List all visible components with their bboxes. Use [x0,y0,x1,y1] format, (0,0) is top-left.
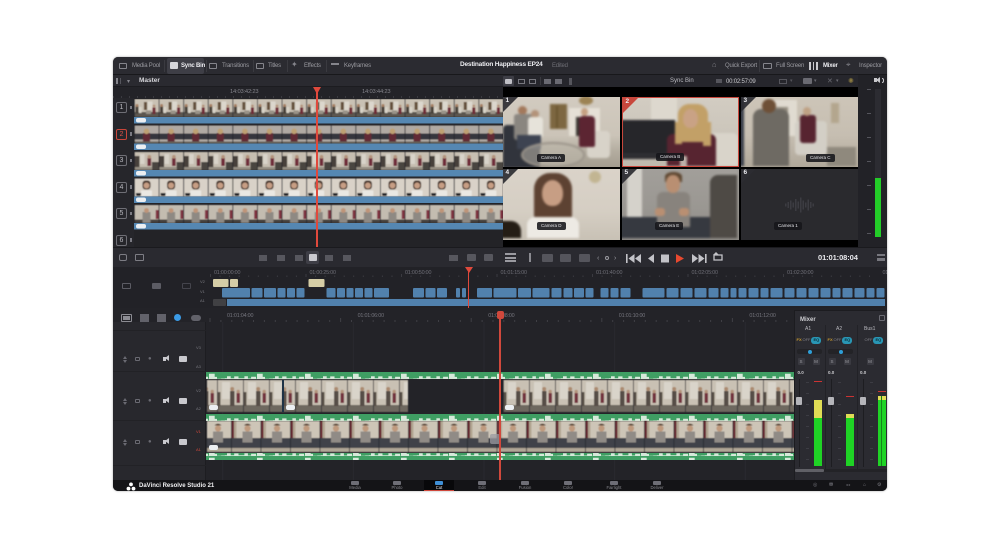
svg-text:01:01:40:00: 01:01:40:00 [596,270,622,276]
svg-text:01:00:00:00: 01:00:00:00 [214,270,240,276]
svg-text:01:02:05:00: 01:02:05:00 [692,270,718,276]
svg-text:01:0: 01:0 [883,270,888,276]
svg-text:01:01:04:00: 01:01:04:00 [227,313,253,319]
svg-text:01:00:25:00: 01:00:25:00 [310,270,336,276]
svg-text:01:02:30:00: 01:02:30:00 [787,270,813,276]
svg-text:01:01:10:00: 01:01:10:00 [619,313,645,319]
svg-text:01:01:06:00: 01:01:06:00 [358,313,384,319]
svg-text:01:00:50:00: 01:00:50:00 [405,270,431,276]
svg-text:01:01:12:00: 01:01:12:00 [749,313,775,319]
svg-text:01:01:15:00: 01:01:15:00 [501,270,527,276]
